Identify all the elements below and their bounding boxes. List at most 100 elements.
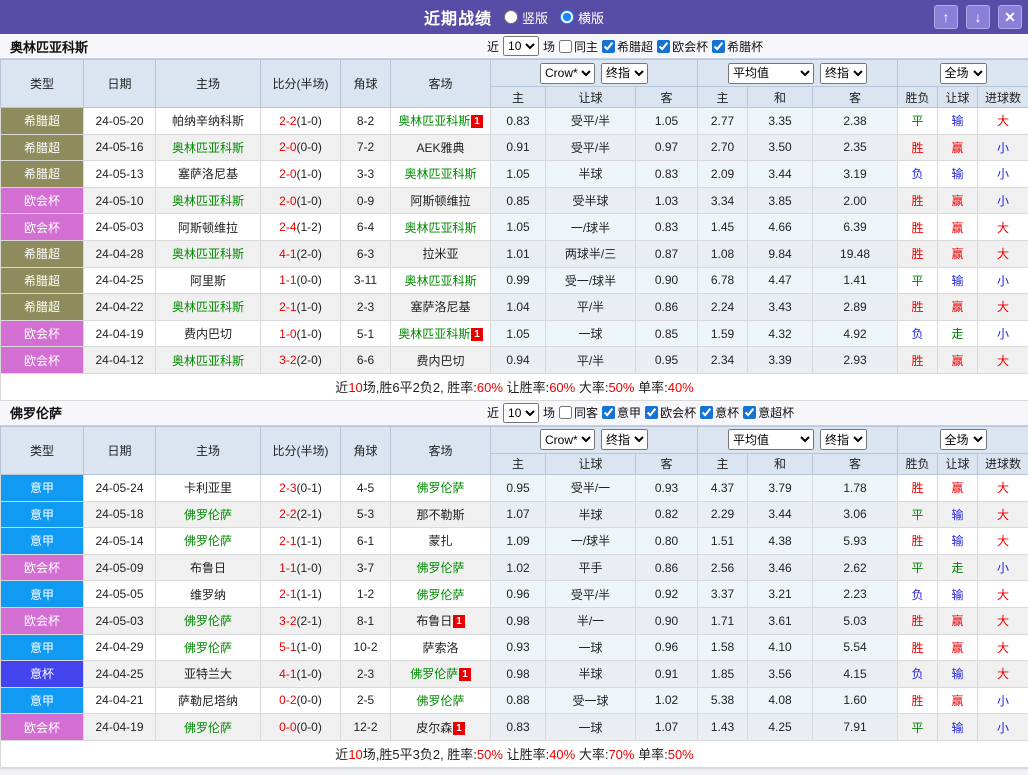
league-checkbox-input[interactable] <box>602 406 615 419</box>
same-venue-checkbox-input[interactable] <box>559 40 572 53</box>
sub-column-header: 主 <box>491 453 546 474</box>
league-checkbox-input[interactable] <box>700 406 713 419</box>
vertical-radio-input[interactable] <box>504 10 518 24</box>
league-type-badge: 欧会杯 <box>1 347 84 374</box>
europe-away-odds: 6.39 <box>813 214 898 241</box>
league-label: 希腊杯 <box>727 38 763 55</box>
league-checkbox[interactable]: 意甲 <box>602 404 641 421</box>
match-score: 4-1(1-0) <box>261 661 341 688</box>
column-header: 客场 <box>391 60 491 108</box>
column-header: 比分(半场) <box>261 426 341 474</box>
corner-score: 10-2 <box>341 634 391 661</box>
match-score: 3-2(2-1) <box>261 607 341 634</box>
away-team: 佛罗伦萨 <box>391 474 491 501</box>
league-checkbox[interactable]: 意超杯 <box>743 404 794 421</box>
league-checkbox-input[interactable] <box>657 40 670 53</box>
europe-home-odds: 1.85 <box>698 661 748 688</box>
average-select[interactable]: 平均值 <box>728 63 814 84</box>
layout-radio-horizontal[interactable]: 横版 <box>560 8 604 27</box>
league-type-badge: 意甲 <box>1 528 84 555</box>
match-score: 2-1(1-0) <box>261 294 341 321</box>
europe-home-odds: 5.38 <box>698 687 748 714</box>
match-count-select[interactable]: 10 <box>503 36 539 56</box>
sub-column-header: 进球数 <box>978 87 1028 108</box>
league-label: 意杯 <box>715 404 739 421</box>
home-team: 卡利亚里 <box>156 474 261 501</box>
league-checkbox[interactable]: 希腊超 <box>602 38 653 55</box>
odds-company-select[interactable]: Crow* <box>540 63 595 84</box>
europe-draw-odds: 3.39 <box>748 347 813 374</box>
column-header: 客场 <box>391 426 491 474</box>
result-goals: 小 <box>978 134 1028 161</box>
result-winloss: 负 <box>898 161 938 188</box>
handicap-away-odds: 0.85 <box>636 320 698 347</box>
result-handicap: 赢 <box>938 214 978 241</box>
result-handicap: 走 <box>938 320 978 347</box>
odds-stage-select[interactable]: 终指 <box>601 429 648 450</box>
odds-stage-select[interactable]: 终指 <box>601 63 648 84</box>
europe-away-odds: 5.54 <box>813 634 898 661</box>
handicap-home-odds: 0.94 <box>491 347 546 374</box>
result-winloss: 胜 <box>898 214 938 241</box>
summary-row: 近10场,胜5平3负2, 胜率:50% 让胜率:40% 大率:70% 单率:50… <box>1 740 1028 767</box>
handicap-home-odds: 0.99 <box>491 267 546 294</box>
match-score: 2-3(0-1) <box>261 474 341 501</box>
league-checkbox[interactable]: 意杯 <box>700 404 739 421</box>
league-checkbox-input[interactable] <box>645 406 658 419</box>
average-select[interactable]: 平均值 <box>728 429 814 450</box>
europe-away-odds: 5.03 <box>813 607 898 634</box>
panel-title: 近期战绩 <box>424 5 492 29</box>
corner-score: 7-2 <box>341 134 391 161</box>
europe-home-odds: 2.34 <box>698 347 748 374</box>
handicap-line: 平/半 <box>546 347 636 374</box>
europe-odds-group: 平均值终指 <box>698 426 898 453</box>
result-winloss: 胜 <box>898 134 938 161</box>
europe-home-odds: 3.37 <box>698 581 748 608</box>
odds-company-select[interactable]: Crow* <box>540 429 595 450</box>
handicap-line: 受平/半 <box>546 108 636 135</box>
league-checkbox-input[interactable] <box>712 40 725 53</box>
move-up-icon[interactable]: ↑ <box>934 5 958 29</box>
europe-draw-odds: 4.25 <box>748 714 813 741</box>
match-row: 意甲24-05-24卡利亚里2-3(0-1)4-5佛罗伦萨0.95受半/一0.9… <box>1 474 1028 501</box>
result-handicap: 输 <box>938 528 978 555</box>
sub-column-header: 客 <box>813 87 898 108</box>
result-handicap: 输 <box>938 581 978 608</box>
same-venue-checkbox[interactable]: 同主 <box>559 38 598 55</box>
result-goals: 小 <box>978 554 1028 581</box>
europe-away-odds: 2.38 <box>813 108 898 135</box>
full-match-select[interactable]: 全场 <box>940 63 987 84</box>
close-icon[interactable]: ✕ <box>998 5 1022 29</box>
sub-column-header: 和 <box>748 453 813 474</box>
same-venue-checkbox-input[interactable] <box>559 406 572 419</box>
match-count-select[interactable]: 10 <box>503 403 539 423</box>
move-down-icon[interactable]: ↓ <box>966 5 990 29</box>
layout-radio-vertical[interactable]: 竖版 <box>504 8 548 27</box>
league-type-badge: 希腊超 <box>1 240 84 267</box>
home-team: 亚特兰大 <box>156 661 261 688</box>
league-checkbox[interactable]: 欧会杯 <box>645 404 696 421</box>
away-team: 奥林匹亚科斯 <box>391 267 491 294</box>
home-team: 帕纳辛纳科斯 <box>156 108 261 135</box>
horizontal-radio-input[interactable] <box>560 10 574 24</box>
europe-draw-odds: 3.21 <box>748 581 813 608</box>
league-checkbox[interactable]: 欧会杯 <box>657 38 708 55</box>
match-score: 2-2(1-0) <box>261 108 341 135</box>
handicap-line: 受半/一 <box>546 474 636 501</box>
same-venue-checkbox[interactable]: 同客 <box>559 404 598 421</box>
league-checkbox-input[interactable] <box>602 40 615 53</box>
result-winloss: 平 <box>898 108 938 135</box>
result-winloss: 胜 <box>898 687 938 714</box>
europe-stage-select[interactable]: 终指 <box>820 429 867 450</box>
league-checkbox-input[interactable] <box>743 406 756 419</box>
match-row: 欧会杯24-04-19费内巴切1-0(1-0)5-1奥林匹亚科斯11.05一球0… <box>1 320 1028 347</box>
handicap-line: 受平/半 <box>546 134 636 161</box>
europe-stage-select[interactable]: 终指 <box>820 63 867 84</box>
full-match-select[interactable]: 全场 <box>940 429 987 450</box>
handicap-line: 平手 <box>546 554 636 581</box>
result-handicap: 赢 <box>938 240 978 267</box>
league-checkbox[interactable]: 希腊杯 <box>712 38 763 55</box>
handicap-line: 半球 <box>546 501 636 528</box>
home-team: 塞萨洛尼基 <box>156 161 261 188</box>
home-team: 费内巴切 <box>156 320 261 347</box>
